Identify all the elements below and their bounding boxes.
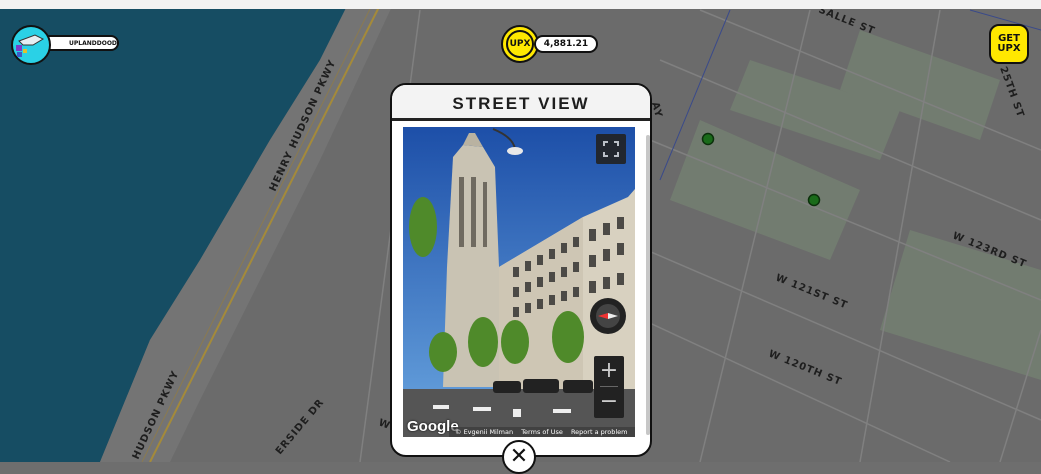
username-label: UPLANDDOOD — [69, 40, 117, 47]
property-marker-2[interactable] — [807, 193, 821, 207]
report-problem-link[interactable]: Report a problem — [571, 428, 628, 436]
property-marker-1[interactable] — [701, 132, 715, 146]
browser-top-strip — [0, 0, 1041, 9]
compass-button[interactable] — [590, 298, 626, 334]
avatar-art-icon — [16, 34, 45, 57]
close-modal-button[interactable]: ✕ — [502, 440, 536, 474]
avatar-icon[interactable] — [11, 25, 51, 65]
fullscreen-icon — [603, 141, 619, 157]
street-view-panorama[interactable]: + − Google © Evgenii Milman Terms of Use… — [403, 127, 635, 437]
get-upx-button[interactable]: GET UPX — [989, 24, 1029, 64]
zoom-out-button[interactable]: − — [594, 387, 624, 417]
attribution-bar: © Evgenii Milman Terms of Use Report a p… — [449, 427, 635, 437]
modal-scrollbar[interactable] — [646, 135, 650, 435]
zoom-in-button[interactable]: + — [594, 356, 624, 386]
zoom-control: + − — [594, 356, 624, 418]
terms-link[interactable]: Terms of Use — [521, 428, 563, 436]
get-upx-line2: UPX — [997, 43, 1021, 54]
user-badge[interactable]: UPLANDDOOD — [11, 25, 119, 65]
fullscreen-button[interactable] — [596, 134, 626, 164]
photo-attribution: © Evgenii Milman — [455, 428, 514, 436]
upx-coin-label: UPX — [506, 30, 534, 58]
username-pill[interactable]: UPLANDDOOD — [41, 35, 119, 51]
street-view-modal: STREET VIEW + − Google © Evgenii Milman … — [390, 83, 652, 457]
modal-title: STREET VIEW — [452, 94, 590, 113]
compass-icon — [596, 304, 620, 328]
upx-balance: 4,881.21 — [534, 35, 598, 53]
modal-header: STREET VIEW — [392, 85, 650, 121]
